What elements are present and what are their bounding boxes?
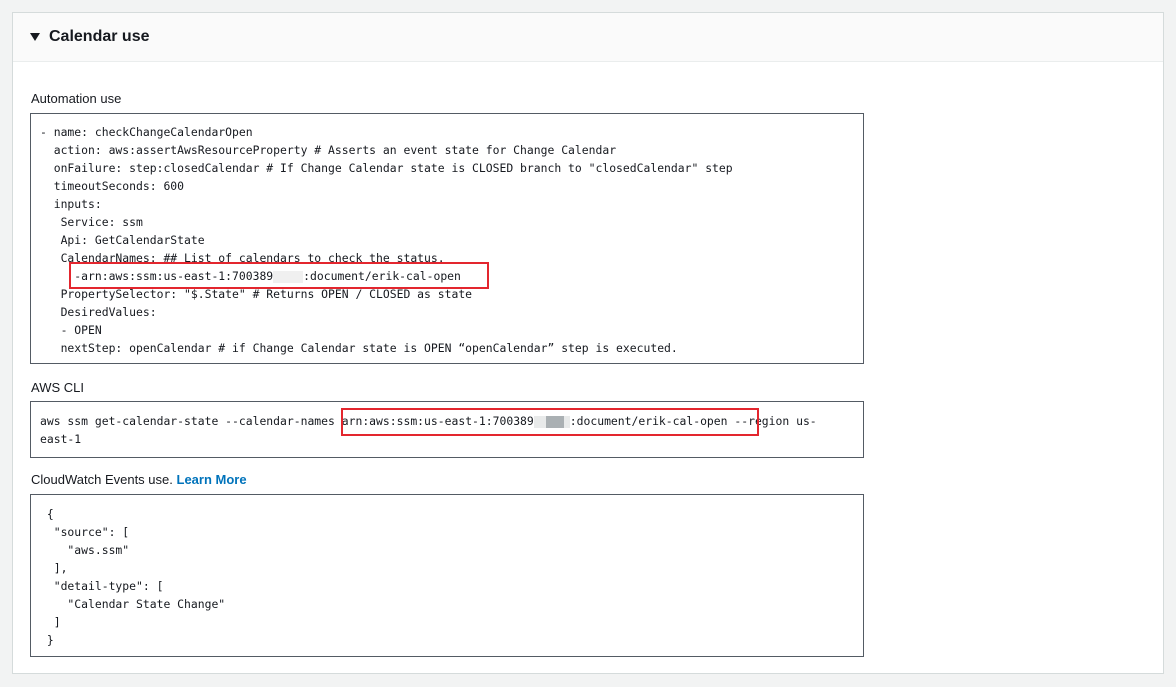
cli-code-block: aws ssm get-calendar-state --calendar-na… [30, 401, 864, 458]
code-line: DesiredValues: [40, 305, 157, 319]
automation-code-block: - name: checkChangeCalendarOpen action: … [30, 113, 864, 364]
cli-prefix: aws ssm get-calendar-state --calendar-na… [40, 414, 342, 428]
cloudwatch-label-text: CloudWatch Events use. [31, 472, 173, 487]
cli-arn-highlight-box [341, 408, 759, 436]
code-line: - OPEN [40, 323, 102, 337]
code-line: "detail-type": [ [40, 579, 164, 593]
caret-down-icon [30, 33, 40, 41]
cloudwatch-label: CloudWatch Events use. Learn More [31, 472, 247, 487]
code-line: action: aws:assertAwsResourceProperty # … [40, 143, 617, 157]
code-line: onFailure: step:closedCalendar # If Chan… [40, 161, 733, 175]
automation-use-label: Automation use [31, 91, 122, 106]
code-line: - name: checkChangeCalendarOpen [40, 125, 253, 139]
aws-cli-label: AWS CLI [31, 380, 84, 395]
code-line: "source": [ [40, 525, 130, 539]
code-line: } [40, 633, 54, 647]
code-line: { [40, 507, 54, 521]
cli-command-line-2: east-1 [40, 432, 82, 446]
calendar-use-expander[interactable]: Calendar use [13, 13, 1163, 62]
calendar-use-panel: Calendar use Automation use - name: chec… [12, 12, 1164, 674]
code-line: Api: GetCalendarState [40, 233, 205, 247]
cloudwatch-code-block: { "source": [ "aws.ssm" ], "detail-type"… [30, 494, 864, 657]
code-line: ] [40, 615, 61, 629]
panel-title: Calendar use [49, 28, 150, 45]
code-line: "aws.ssm" [40, 543, 130, 557]
code-line: ], [40, 561, 68, 575]
code-line: timeoutSeconds: 600 [40, 179, 185, 193]
code-line: "Calendar State Change" [40, 597, 226, 611]
code-line: inputs: [40, 197, 102, 211]
arn-highlight-box [69, 262, 489, 289]
learn-more-link[interactable]: Learn More [177, 472, 247, 487]
code-line: Service: ssm [40, 215, 143, 229]
code-line: nextStep: openCalendar # if Change Calen… [40, 341, 678, 355]
